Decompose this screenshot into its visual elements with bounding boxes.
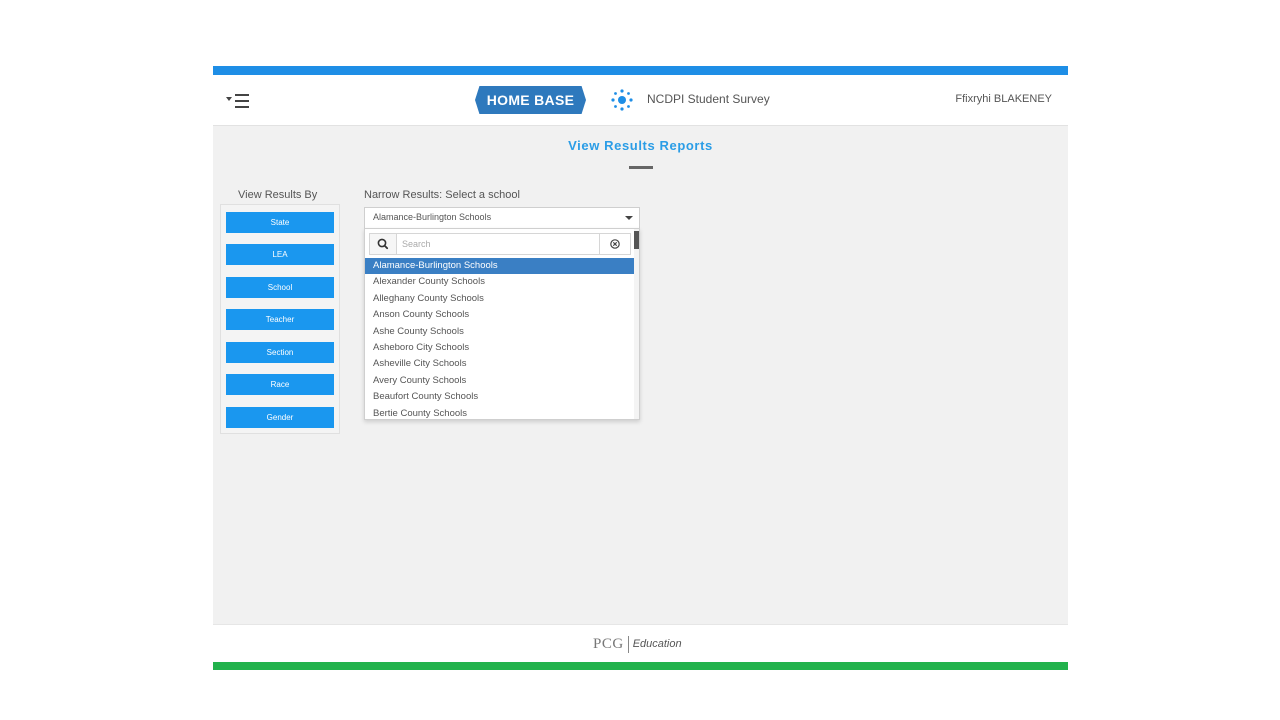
footer: PCG Education xyxy=(213,624,1068,663)
caret-down-icon xyxy=(625,216,633,220)
top-accent-bar xyxy=(213,66,1068,75)
race-button[interactable]: Race xyxy=(226,374,334,395)
search-icon[interactable] xyxy=(370,234,397,254)
option-asheville-city[interactable]: Asheville City Schools xyxy=(365,356,635,372)
app-frame: HOME BASE NCDPI Student Survey Ffixryhi … xyxy=(213,66,1068,670)
option-bertie-county[interactable]: Bertie County Schools xyxy=(365,406,635,419)
gender-button[interactable]: Gender xyxy=(226,407,334,428)
school-select-value: Alamance-Burlington Schools xyxy=(373,212,492,222)
option-alamance-burlington[interactable]: Alamance-Burlington Schools xyxy=(365,258,635,275)
logo-text: HOME BASE xyxy=(486,92,575,108)
option-alexander-county[interactable]: Alexander County Schools xyxy=(365,274,635,290)
title-underline xyxy=(629,166,653,169)
option-alleghany-county[interactable]: Alleghany County Schools xyxy=(365,291,635,307)
option-avery-county[interactable]: Avery County Schools xyxy=(365,373,635,389)
pcg-education-logo: PCG Education xyxy=(593,635,682,653)
hamburger-menu-icon[interactable] xyxy=(226,91,254,111)
home-base-logo[interactable]: HOME BASE xyxy=(475,86,586,114)
section-button[interactable]: Section xyxy=(226,342,334,363)
pcg-brand-sub: Education xyxy=(632,638,682,650)
dropdown-scrollbar[interactable] xyxy=(634,229,639,419)
option-asheboro-city[interactable]: Asheboro City Schools xyxy=(365,340,635,356)
dots-spinner-icon xyxy=(611,89,633,111)
page-title: View Results Reports xyxy=(568,138,713,153)
state-button[interactable]: State xyxy=(226,212,334,233)
school-dropdown: Alamance-Burlington Schools Alexander Co… xyxy=(364,228,640,420)
header: HOME BASE NCDPI Student Survey Ffixryhi … xyxy=(213,75,1068,126)
survey-title: NCDPI Student Survey xyxy=(647,92,770,106)
clear-circle-icon[interactable] xyxy=(599,234,630,254)
dropdown-search xyxy=(369,233,631,255)
pcg-brand: PCG xyxy=(593,635,624,652)
narrow-results-label: Narrow Results: Select a school xyxy=(364,189,520,201)
user-name[interactable]: Ffixryhi BLAKENEY xyxy=(955,93,1052,105)
logo-divider xyxy=(627,635,629,653)
option-ashe-county[interactable]: Ashe County Schools xyxy=(365,324,635,340)
scrollbar-thumb[interactable] xyxy=(634,231,639,249)
view-results-by-panel: State LEA School Teacher Section Race Ge… xyxy=(220,204,340,434)
option-beaufort-county[interactable]: Beaufort County Schools xyxy=(365,389,635,405)
school-options: Alamance-Burlington Schools Alexander Co… xyxy=(365,258,635,419)
school-button[interactable]: School xyxy=(226,277,334,298)
school-select[interactable]: Alamance-Burlington Schools xyxy=(364,207,640,229)
view-results-by-label: View Results By xyxy=(238,189,318,201)
lea-button[interactable]: LEA xyxy=(226,244,334,265)
search-input[interactable] xyxy=(402,236,592,251)
bottom-accent-bar xyxy=(213,662,1068,670)
option-anson-county[interactable]: Anson County Schools xyxy=(365,307,635,323)
teacher-button[interactable]: Teacher xyxy=(226,309,334,330)
